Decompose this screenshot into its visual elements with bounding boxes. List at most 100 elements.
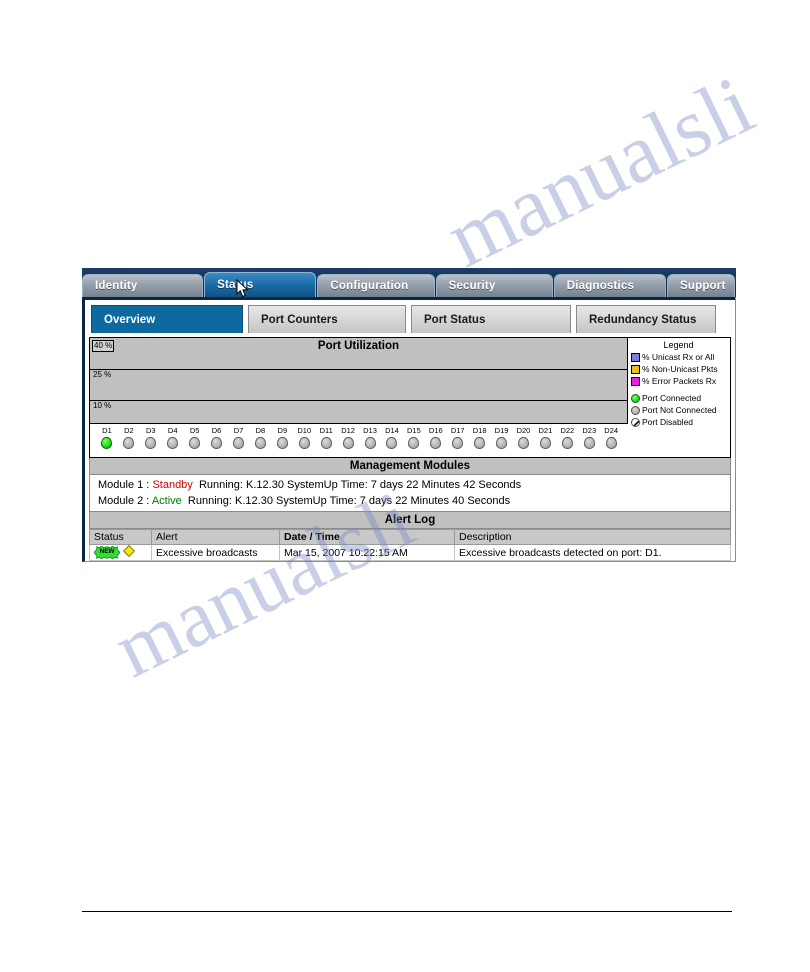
port-d13-label: D13 <box>363 426 377 435</box>
port-d21[interactable]: D21 <box>534 426 556 449</box>
legend-item-error-packets: % Error Packets Rx <box>631 376 730 387</box>
alert-cell-status: NEW <box>89 544 152 561</box>
port-d21-led-icon <box>539 437 551 449</box>
port-d10-led-icon <box>298 437 310 449</box>
port-d17[interactable]: D17 <box>447 426 469 449</box>
alert-cell-datetime: Mar 15, 2007 10:22:15 AM <box>279 544 455 561</box>
port-d10[interactable]: D10 <box>293 426 315 449</box>
ytick-10: 10 % <box>92 401 113 411</box>
port-d2[interactable]: D2 <box>118 426 140 449</box>
legend-item-non-unicast: % Non-Unicast Pkts <box>631 364 730 375</box>
port-d12-led-icon <box>342 437 354 449</box>
tab-support-label: Support <box>680 280 726 292</box>
port-d9-label: D9 <box>277 426 288 435</box>
legend-item-port-disabled: Port Disabled <box>631 417 730 428</box>
port-d3-label: D3 <box>146 426 156 435</box>
overview-panel: Port Utilization 40 % 25 % 10 % D1 D2 D3… <box>82 333 736 562</box>
tab-security[interactable]: Security <box>435 274 553 297</box>
alert-col-datetime[interactable]: Date / Time <box>279 529 455 545</box>
port-d11-led-icon <box>320 437 332 449</box>
port-d18-led-icon <box>474 437 486 449</box>
alert-status-group: NEW <box>93 545 147 560</box>
port-d1-led-icon <box>101 437 113 449</box>
tab-identity[interactable]: Identity <box>82 274 204 297</box>
port-d23[interactable]: D23 <box>578 426 600 449</box>
port-d19[interactable]: D19 <box>491 426 513 449</box>
port-d8[interactable]: D8 <box>249 426 271 449</box>
subtab-port-counters[interactable]: Port Counters <box>248 305 406 333</box>
port-d4[interactable]: D4 <box>162 426 184 449</box>
tab-status-label: Status <box>217 279 254 291</box>
port-d16-led-icon <box>430 437 442 449</box>
gridline-25 <box>90 369 627 370</box>
port-d23-label: D23 <box>582 426 597 435</box>
port-d2-led-icon <box>123 437 135 449</box>
port-d18-label: D18 <box>472 426 487 435</box>
port-d20-label: D20 <box>516 426 531 435</box>
alert-col-status[interactable]: Status <box>89 529 152 545</box>
legend-swatch-error-packets-icon <box>631 377 640 386</box>
tab-diagnostics[interactable]: Diagnostics <box>553 274 666 297</box>
port-d7[interactable]: D7 <box>228 426 250 449</box>
subtab-overview[interactable]: Overview <box>91 305 243 333</box>
legend-port-connected-icon <box>631 394 640 403</box>
port-d14[interactable]: D14 <box>381 426 403 449</box>
legend-swatch-non-unicast-icon <box>631 365 640 374</box>
switch-web-management-window: Identity Status Configuration Security D… <box>82 268 736 562</box>
port-d3-led-icon <box>145 437 157 449</box>
port-d21-label: D21 <box>538 426 553 435</box>
port-d16[interactable]: D16 <box>425 426 447 449</box>
legend-label-error-packets: % Error Packets Rx <box>642 376 717 386</box>
tab-status[interactable]: Status <box>204 272 317 297</box>
port-d13[interactable]: D13 <box>359 426 381 449</box>
tab-configuration[interactable]: Configuration <box>317 274 435 297</box>
ytick-25: 25 % <box>92 370 113 380</box>
port-d24[interactable]: D24 <box>600 426 622 449</box>
port-utilization-section: Port Utilization 40 % 25 % 10 % D1 D2 D3… <box>89 337 731 458</box>
port-d10-label: D10 <box>297 426 312 435</box>
subtab-port-status[interactable]: Port Status <box>411 305 571 333</box>
port-d3[interactable]: D3 <box>140 426 162 449</box>
port-d20[interactable]: D20 <box>513 426 535 449</box>
legend-swatch-unicast-icon <box>631 353 640 362</box>
legend-label-port-not-connected: Port Not Connected <box>642 405 717 415</box>
ytick-40: 40 % <box>92 340 115 352</box>
port-d12[interactable]: D12 <box>337 426 359 449</box>
new-badge-icon: NEW <box>93 545 121 560</box>
port-d22[interactable]: D22 <box>556 426 578 449</box>
alert-log-header-row: Status Alert Date / Time Description <box>89 529 731 545</box>
port-d5[interactable]: D5 <box>184 426 206 449</box>
legend-title: Legend <box>663 340 694 350</box>
tab-support[interactable]: Support <box>667 274 735 297</box>
subtab-overview-label: Overview <box>104 314 156 326</box>
port-utilization-title: Port Utilization <box>317 340 400 352</box>
alert-col-description[interactable]: Description <box>454 529 731 545</box>
module-2-prefix: Module 2 : <box>98 495 150 507</box>
port-d6[interactable]: D6 <box>206 426 228 449</box>
port-utilization-chart-column: Port Utilization 40 % 25 % 10 % D1 D2 D3… <box>90 338 628 457</box>
port-d13-led-icon <box>364 437 376 449</box>
port-d18[interactable]: D18 <box>469 426 491 449</box>
port-d15-label: D15 <box>406 426 421 435</box>
port-d12-label: D12 <box>341 426 355 435</box>
port-d9[interactable]: D9 <box>271 426 293 449</box>
port-d22-led-icon <box>561 437 573 449</box>
alert-log-table: Status Alert Date / Time Description NEW… <box>89 529 731 561</box>
port-d11[interactable]: D11 <box>315 426 337 449</box>
port-d19-label: D19 <box>494 426 509 435</box>
legend-item-port-not-connected: Port Not Connected <box>631 405 730 416</box>
table-row[interactable]: NEW Excessive broadcasts Mar 15, 2007 10… <box>89 544 731 561</box>
alert-cell-description: Excessive broadcasts detected on port: D… <box>454 544 731 561</box>
subtab-redundancy-status[interactable]: Redundancy Status <box>576 305 716 333</box>
legend-label-non-unicast: % Non-Unicast Pkts <box>642 364 718 374</box>
port-d22-label: D22 <box>560 426 575 435</box>
alert-col-alert[interactable]: Alert <box>151 529 280 545</box>
port-d14-label: D14 <box>385 426 399 435</box>
port-d15[interactable]: D15 <box>403 426 425 449</box>
warning-diamond-icon <box>122 545 136 560</box>
tab-identity-label: Identity <box>95 280 138 292</box>
port-d7-led-icon <box>232 437 244 449</box>
subtab-redundancy-status-label: Redundancy Status <box>589 314 697 326</box>
gridline-10 <box>90 400 627 401</box>
port-d1[interactable]: D1 <box>96 426 118 449</box>
